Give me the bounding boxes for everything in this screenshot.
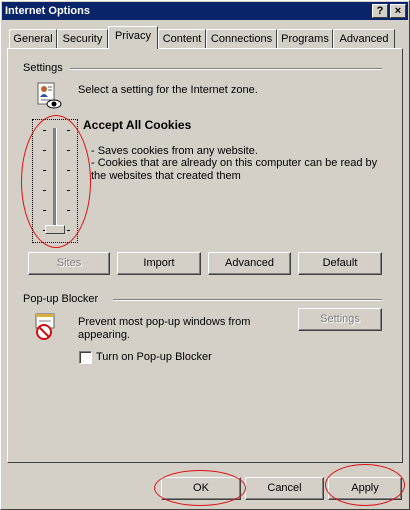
popup-group-label: Pop-up Blocker [23,293,102,305]
ok-annotation-ring [154,470,246,506]
level-description-line-2: - Cookies that are already on this compu… [91,157,378,169]
popup-blocker-checkbox[interactable] [79,351,92,364]
import-button[interactable]: Import [117,252,201,275]
tab-programs[interactable]: Programs [277,29,333,48]
popup-blocker-checkbox-label: Turn on Pop-up Blocker [96,351,212,363]
privacy-eye-icon [35,82,63,112]
zone-instruction-text: Select a setting for the Internet zone. [78,84,258,96]
popup-settings-button[interactable]: Settings [298,308,382,331]
privacy-level-title: Accept All Cookies [83,118,192,132]
internet-options-window: Internet Options ? × General Security Pr… [0,0,410,510]
settings-group-label: Settings [23,62,66,74]
settings-divider [70,68,382,70]
advanced-button[interactable]: Advanced [208,252,291,275]
help-button[interactable]: ? [372,4,388,18]
tab-content[interactable]: Content [158,29,206,48]
popup-description-line-2: appearing. [78,329,130,341]
window-title: Internet Options [5,5,90,17]
sites-button[interactable]: Sites [28,252,110,275]
popup-divider [113,299,382,301]
title-bar[interactable]: Internet Options ? × [2,2,408,20]
popup-description-line-1: Prevent most pop-up windows from [78,316,251,328]
apply-annotation-ring [325,464,405,506]
tab-security[interactable]: Security [57,29,108,48]
tab-advanced[interactable]: Advanced [333,29,395,48]
cancel-button[interactable]: Cancel [245,477,324,500]
tab-general[interactable]: General [9,29,57,48]
level-description-line-3: the websites that created them [91,170,241,182]
tab-connections[interactable]: Connections [206,29,277,48]
default-button[interactable]: Default [298,252,382,275]
popup-blocker-icon [35,312,57,342]
privacy-tab-panel: Settings Select a setting for the Intern… [7,48,403,463]
close-button[interactable]: × [390,4,406,18]
slider-annotation-ring [21,115,91,248]
tab-privacy[interactable]: Privacy [108,26,158,49]
